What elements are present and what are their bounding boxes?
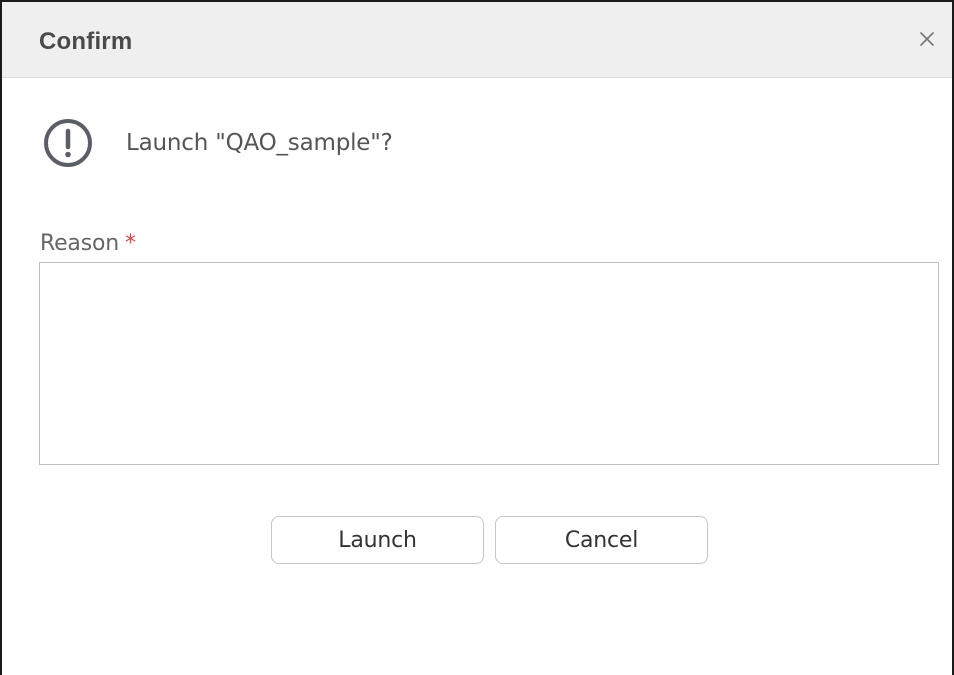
required-marker: * xyxy=(124,231,136,256)
confirm-message-row: Launch "QAO_sample"? xyxy=(42,116,393,170)
launch-button[interactable]: Launch xyxy=(271,516,484,564)
dialog-title: Confirm xyxy=(39,28,133,55)
close-button[interactable] xyxy=(916,28,938,50)
reason-input[interactable] xyxy=(39,262,939,465)
reason-label-text: Reason xyxy=(40,231,119,256)
confirm-message: Launch "QAO_sample"? xyxy=(126,130,393,156)
reason-label: Reason * xyxy=(40,231,136,256)
close-icon xyxy=(920,32,934,46)
dialog-header: Confirm xyxy=(2,2,952,78)
alert-circle-icon xyxy=(44,119,92,167)
cancel-button[interactable]: Cancel xyxy=(495,516,708,564)
confirm-dialog: Confirm Launch "QAO_sample"? Reason * Lau… xyxy=(0,0,954,675)
